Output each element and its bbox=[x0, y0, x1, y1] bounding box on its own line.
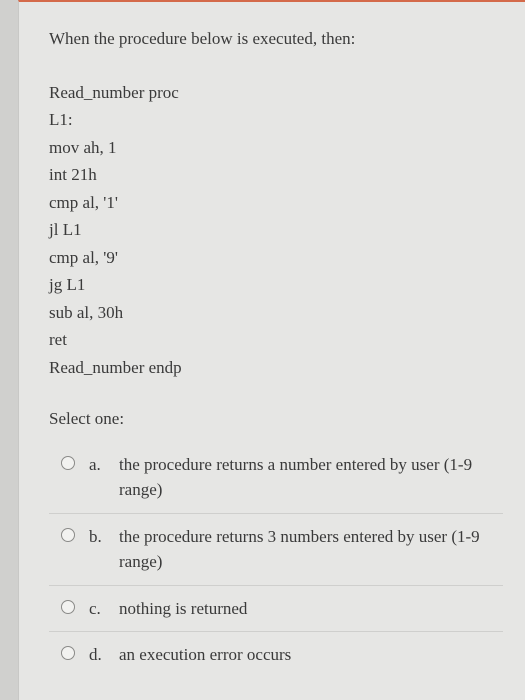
radio-icon[interactable] bbox=[61, 456, 75, 470]
code-line: cmp al, '1' bbox=[49, 190, 503, 216]
radio-icon[interactable] bbox=[61, 528, 75, 542]
option-b[interactable]: b. the procedure returns 3 numbers enter… bbox=[49, 513, 503, 585]
option-letter: d. bbox=[89, 642, 111, 668]
option-text: the procedure returns 3 numbers entered … bbox=[119, 524, 503, 575]
option-letter: a. bbox=[89, 452, 111, 478]
code-line: mov ah, 1 bbox=[49, 135, 503, 161]
option-text: nothing is returned bbox=[119, 596, 503, 622]
code-line: int 21h bbox=[49, 162, 503, 188]
code-line: Read_number endp bbox=[49, 355, 503, 381]
options-list: a. the procedure returns a number entere… bbox=[49, 442, 503, 678]
code-line: jl L1 bbox=[49, 217, 503, 243]
option-a[interactable]: a. the procedure returns a number entere… bbox=[49, 442, 503, 513]
select-one-label: Select one: bbox=[49, 406, 503, 432]
radio-icon[interactable] bbox=[61, 600, 75, 614]
code-line: jg L1 bbox=[49, 272, 503, 298]
option-d[interactable]: d. an execution error occurs bbox=[49, 631, 503, 678]
code-line: Read_number proc bbox=[49, 80, 503, 106]
code-line: ret bbox=[49, 327, 503, 353]
option-letter: c. bbox=[89, 596, 111, 622]
option-letter: b. bbox=[89, 524, 111, 550]
code-block: Read_number proc L1: mov ah, 1 int 21h c… bbox=[49, 80, 503, 381]
question-card: When the procedure below is executed, th… bbox=[18, 0, 525, 700]
page-left-margin bbox=[0, 0, 18, 700]
option-text: the procedure returns a number entered b… bbox=[119, 452, 503, 503]
question-stem: When the procedure below is executed, th… bbox=[49, 26, 503, 52]
code-line: cmp al, '9' bbox=[49, 245, 503, 271]
option-text: an execution error occurs bbox=[119, 642, 503, 668]
code-line: L1: bbox=[49, 107, 503, 133]
radio-icon[interactable] bbox=[61, 646, 75, 660]
code-line: sub al, 30h bbox=[49, 300, 503, 326]
option-c[interactable]: c. nothing is returned bbox=[49, 585, 503, 632]
